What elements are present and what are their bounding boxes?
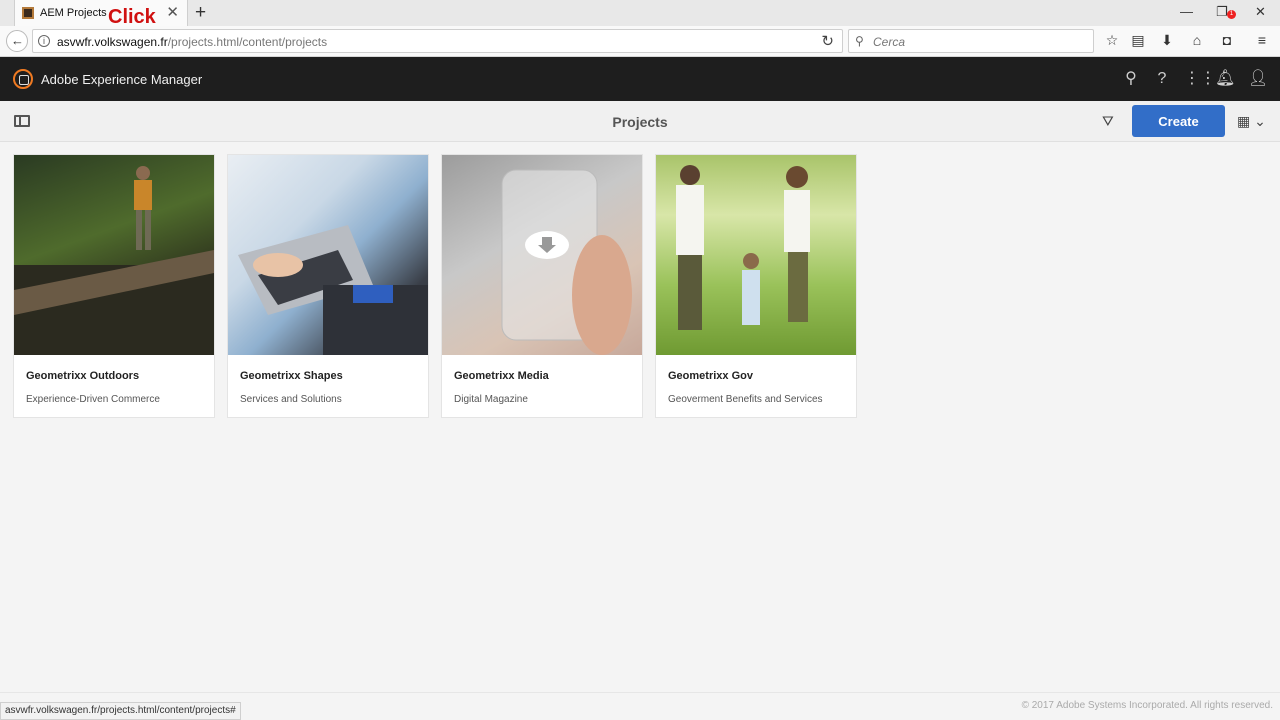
notification-badge: 1 bbox=[1227, 10, 1236, 19]
card-title: Geometrixx Outdoors bbox=[26, 370, 140, 382]
project-card-shapes[interactable]: Geometrixx Shapes Services and Solutions bbox=[227, 154, 429, 418]
filter-icon[interactable]: ⛛ bbox=[1102, 113, 1114, 130]
browser-nav-bar: ← i asvwfr.volkswagen.fr/projects.html/c… bbox=[0, 26, 1280, 57]
url-bar[interactable]: i asvwfr.volkswagen.fr/projects.html/con… bbox=[32, 29, 843, 53]
bookmark-star-icon[interactable]: ☆ bbox=[1103, 31, 1121, 49]
new-tab-icon[interactable]: + bbox=[195, 2, 206, 24]
search-input[interactable]: ⚲ Cerca bbox=[848, 29, 1094, 53]
restore-icon[interactable]: ❐ bbox=[1216, 4, 1228, 20]
card-title: Geometrixx Shapes bbox=[240, 370, 343, 382]
window-close-icon[interactable]: ✕ bbox=[1255, 4, 1266, 20]
reload-icon[interactable]: ↻ bbox=[821, 32, 834, 50]
search-icon: ⚲ bbox=[855, 34, 864, 48]
action-bar: Projects ⛛ Create ▦ ⌄ bbox=[0, 101, 1280, 142]
menu-icon[interactable]: ≡ bbox=[1253, 31, 1271, 49]
card-subtitle: Services and Solutions bbox=[240, 394, 342, 405]
card-subtitle: Digital Magazine bbox=[454, 394, 528, 405]
card-title: Geometrixx Media bbox=[454, 370, 549, 382]
back-arrow-icon: ← bbox=[11, 33, 24, 48]
status-bar-url: asvwfr.volkswagen.fr/projects.html/conte… bbox=[0, 702, 241, 720]
project-card-gov[interactable]: Geometrixx Gov Geoverment Benefits and S… bbox=[655, 154, 857, 418]
project-thumbnail bbox=[14, 155, 214, 355]
card-subtitle: Experience-Driven Commerce bbox=[26, 394, 160, 405]
project-card-outdoors[interactable]: Geometrixx Outdoors Experience-Driven Co… bbox=[13, 154, 215, 418]
aem-logo-icon[interactable] bbox=[13, 69, 33, 89]
aem-title[interactable]: Adobe Experience Manager bbox=[41, 72, 202, 87]
info-icon[interactable]: i bbox=[38, 35, 50, 47]
solutions-grid-icon[interactable]: ⋮⋮⋮ bbox=[1184, 69, 1232, 89]
search-placeholder: Cerca bbox=[873, 35, 906, 49]
card-subtitle: Geoverment Benefits and Services bbox=[668, 394, 823, 405]
help-icon[interactable]: ? bbox=[1152, 69, 1172, 89]
minimize-icon[interactable]: — bbox=[1180, 4, 1193, 19]
phone-image bbox=[501, 169, 632, 355]
download-icon[interactable]: ⬇ bbox=[1158, 31, 1176, 49]
project-thumbnail bbox=[656, 155, 856, 355]
card-title: Geometrixx Gov bbox=[668, 370, 753, 382]
project-thumbnail bbox=[442, 155, 642, 355]
close-tab-icon[interactable]: ✕ bbox=[166, 3, 179, 21]
back-button[interactable]: ← bbox=[6, 30, 28, 52]
aem-header: Adobe Experience Manager ⚲ ? ⋮⋮⋮ 🔔︎ 👤︎ bbox=[0, 57, 1280, 101]
aem-favicon-icon bbox=[22, 7, 34, 19]
footer-divider bbox=[0, 692, 1280, 693]
laptop-image bbox=[238, 225, 428, 355]
create-button[interactable]: Create bbox=[1132, 105, 1225, 137]
home-icon[interactable]: ⌂ bbox=[1188, 31, 1206, 49]
page-title: Projects bbox=[612, 114, 668, 130]
view-switcher-icon[interactable]: ▦ ⌄ bbox=[1237, 113, 1266, 130]
browser-tab[interactable]: AEM Projects ✕ bbox=[14, 0, 188, 27]
tab-title: AEM Projects bbox=[40, 7, 107, 19]
browser-tab-strip: AEM Projects ✕ Click + — ❐ ✕ bbox=[0, 0, 1280, 28]
project-thumbnail bbox=[228, 155, 428, 355]
hiker-image bbox=[14, 166, 214, 355]
notifications-bell-icon[interactable]: 🔔︎ bbox=[1215, 69, 1235, 89]
reading-list-icon[interactable]: ▤ bbox=[1129, 31, 1147, 49]
pocket-icon[interactable]: ◘ bbox=[1218, 31, 1236, 49]
search-icon[interactable]: ⚲ bbox=[1121, 69, 1141, 89]
user-profile-icon[interactable]: 👤︎ bbox=[1248, 69, 1268, 89]
project-card-media[interactable]: Geometrixx Media Digital Magazine bbox=[441, 154, 643, 418]
url-text: asvwfr.volkswagen.fr/projects.html/conte… bbox=[57, 35, 328, 49]
copyright-footer: © 2017 Adobe Systems Incorporated. All r… bbox=[1021, 700, 1273, 711]
family-image bbox=[676, 165, 810, 330]
